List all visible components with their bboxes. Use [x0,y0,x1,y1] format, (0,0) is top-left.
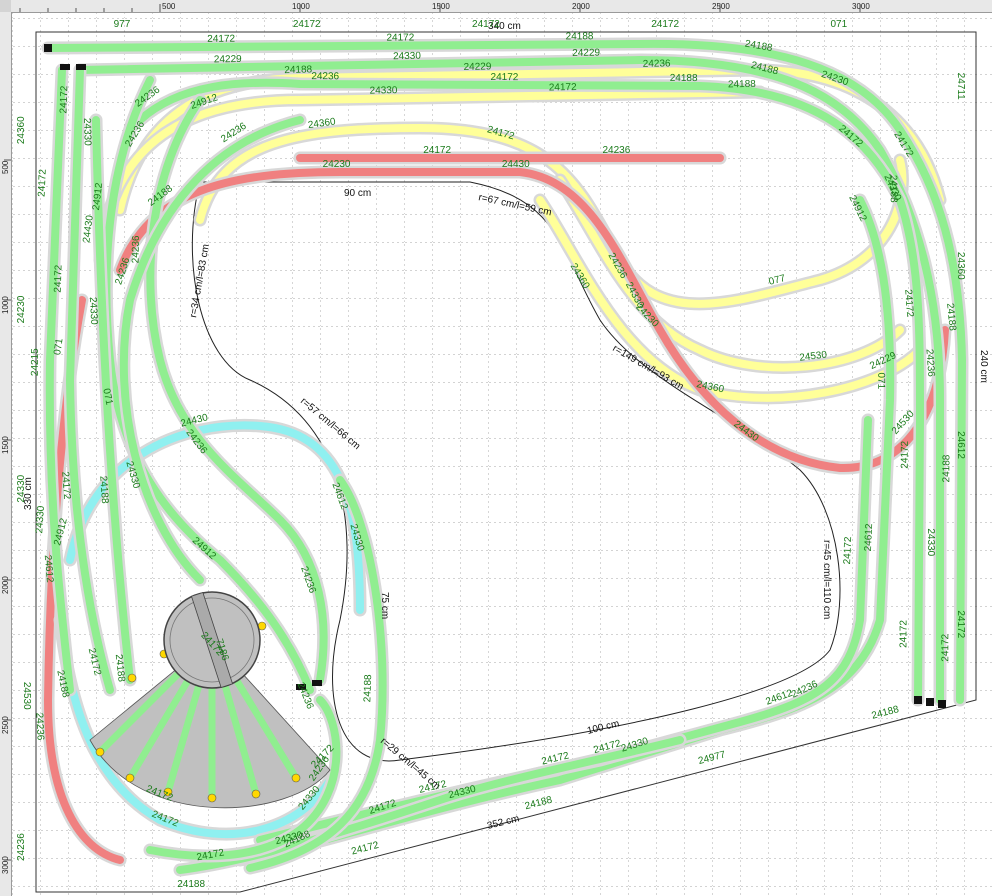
part-number-label: 24188 [362,674,374,703]
part-number-label: 24172 [955,610,966,638]
part-number-label: 24612 [42,554,55,583]
track-planner-window: 500 1000 1500 2000 2500 3000 500 1000 15… [0,0,992,896]
ruler-x-label: 1000 [292,2,310,11]
part-number-label: 24430 [502,159,530,170]
ruler-y-label: 1000 [1,296,10,314]
ruler-x-label: 1500 [432,2,450,11]
part-number-label: 24530 [21,682,32,710]
part-number-label: 24188 [284,64,313,76]
part-number-label: 24188 [177,879,205,890]
ruler-y-label: 500 [1,160,10,174]
part-number-label: 24172 [207,34,235,45]
ruler-y-label: 2000 [1,576,10,594]
part-number-label: 071 [830,19,847,30]
ruler-x-label: 2500 [712,2,730,11]
part-number-label: 24172 [293,19,321,30]
part-number-label: 24612 [863,523,875,552]
part-number-label: 24188 [670,73,698,84]
part-number-label: 24172 [549,82,577,93]
dimension-right: 240 cm [978,350,989,383]
layout-canvas[interactable]: 500 1000 1500 2000 2500 3000 500 1000 15… [0,0,992,896]
part-number-label: 24230 [16,295,27,323]
part-number-label: 24330 [16,474,27,502]
part-number-label: 977 [114,19,131,30]
part-number-label: 24172 [37,168,49,197]
ruler-x-label: 3000 [852,2,870,11]
part-number-label: 24188 [566,31,594,42]
part-number-label: 24236 [602,145,630,156]
part-number-label: 24236 [33,712,45,741]
ruler-x-label: 500 [162,2,176,11]
part-number-label: 24330 [370,85,398,96]
part-number-label: 24330 [81,118,93,146]
part-number-label: 24229 [214,54,242,65]
dimension-middle: 75 cm [379,592,390,619]
part-number-label: 24188 [728,79,756,90]
part-number-label: 24360 [955,252,966,280]
ruler-y-label: 2500 [1,716,10,734]
ruler-y-label: 1500 [1,436,10,454]
part-number-label: 24172 [58,85,70,114]
part-number-label: 24172 [902,289,915,318]
ruler-x-label: 2000 [572,2,590,11]
part-number-label: 24229 [572,48,600,59]
part-number-label: 24612 [955,431,966,459]
part-number-label: 24330 [393,51,421,62]
part-number-label: 24172 [651,19,679,30]
part-number-label: 24215 [30,348,41,376]
part-number-label: 24229 [463,61,491,72]
radius-label: r=45 cm/l=110 cm [821,540,832,619]
part-number-label: 24172 [842,536,854,565]
dimension-upper-loop: 90 cm [344,188,371,199]
part-number-label: 24236 [924,349,937,378]
part-number-label: 24172 [423,145,451,156]
part-number-label: 24330 [34,505,47,534]
part-number-label: 24188 [97,475,110,504]
part-number-label: 24230 [323,159,351,170]
part-number-label: 24172 [898,620,909,648]
part-number-label: 24188 [941,454,952,482]
part-number-label: 24172 [491,72,519,83]
part-number-label: 24236 [311,71,339,82]
part-number-label: 24172 [472,19,500,30]
ruler-y-label: 3000 [1,856,10,874]
part-number-label: 24360 [16,116,27,144]
part-number-label: 24330 [87,297,99,326]
part-number-label: 24236 [643,58,671,69]
part-number-label: 24236 [16,833,27,861]
part-number-label: 071 [875,372,886,389]
part-number-label: 24236 [130,235,142,263]
part-number-label: 24172 [940,633,951,661]
part-number-label: 24330 [925,528,936,556]
part-number-label: 24711 [955,73,966,101]
part-number-label: 24172 [900,440,911,468]
part-number-label: 24172 [59,471,72,500]
part-number-label: 24172 [53,264,65,293]
part-number-label: 24172 [386,32,414,43]
